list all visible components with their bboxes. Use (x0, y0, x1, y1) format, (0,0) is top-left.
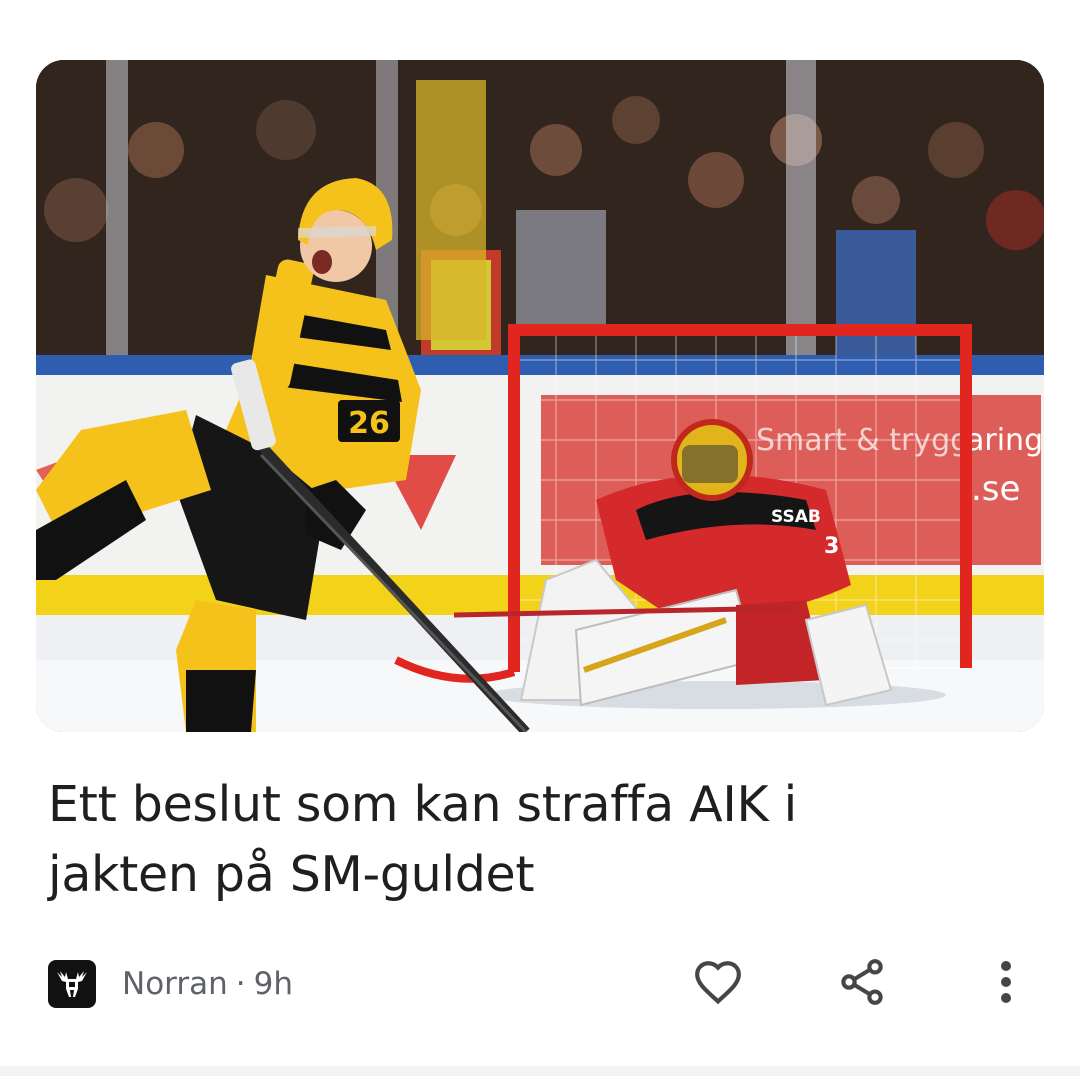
board-text-3: .se (971, 469, 1020, 509)
headline-line-1: Ett beslut som kan straffa AIK i (48, 776, 797, 833)
board-text-2: aring (966, 423, 1043, 458)
more-options-button[interactable] (974, 950, 1038, 1014)
article-meta: Norran · 9h (48, 958, 293, 1010)
source-name[interactable]: Norran (122, 966, 228, 1002)
news-card[interactable]: Smart & trygg aring .se SSAB 3 26 Ett be… (0, 0, 1080, 1076)
share-icon (841, 959, 883, 1005)
headline-line-2: jakten på SM-guldet (48, 846, 535, 903)
share-button[interactable] (830, 950, 894, 1014)
article-headline[interactable]: Ett beslut som kan straffa AIK i jakten … (48, 770, 1008, 910)
goalie-sponsor-text: SSAB (771, 507, 821, 527)
more-vertical-icon (1001, 961, 1011, 1003)
player-number-text: 26 (348, 406, 390, 441)
like-button[interactable] (686, 950, 750, 1014)
article-age: 9h (253, 966, 293, 1002)
heart-outline-icon (695, 961, 741, 1005)
moose-logo-icon[interactable] (48, 960, 96, 1008)
card-divider (0, 1066, 1080, 1076)
source-line: Norran · 9h (122, 966, 293, 1002)
meta-separator: · (235, 966, 246, 1002)
article-image[interactable]: Smart & trygg aring .se SSAB 3 26 (36, 60, 1044, 732)
goalie-number-text: 3 (824, 534, 839, 559)
hockey-photo: Smart & trygg aring .se SSAB 3 26 (36, 60, 1044, 732)
